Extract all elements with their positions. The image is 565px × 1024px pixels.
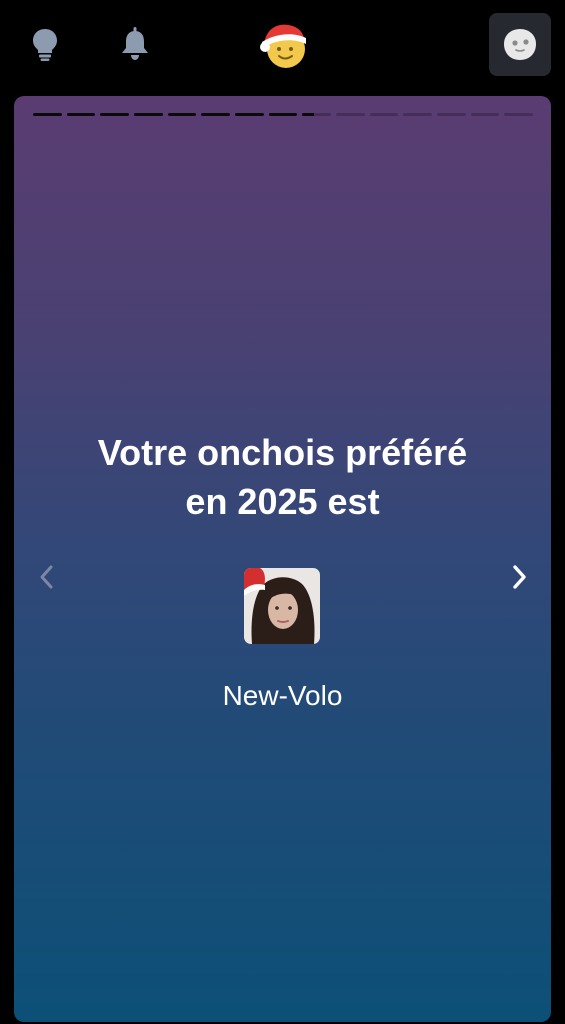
santa-smiley-logo[interactable] (258, 20, 310, 70)
top-bar (0, 0, 565, 95)
user-photo (244, 568, 320, 644)
progress-segment (336, 113, 365, 116)
progress-segment (470, 113, 500, 116)
lightbulb-icon[interactable] (30, 26, 60, 62)
progress-segment (134, 113, 163, 116)
progress-segment (369, 113, 399, 116)
progress-segment (403, 113, 433, 116)
headline-line-1: Votre onchois préféré (97, 432, 468, 473)
progress-segment (66, 113, 96, 116)
progress-segment (33, 113, 62, 116)
progress-segment (235, 113, 264, 116)
story-card: Votre onchois préféré en 2025 est New-Vo… (14, 96, 551, 1022)
progress-segment (201, 113, 231, 116)
username-label: New-Volo (222, 680, 343, 711)
progress-segment (268, 113, 298, 116)
chevron-right-icon[interactable] (504, 562, 534, 592)
chevron-left-icon[interactable] (32, 562, 62, 592)
progress-segment (167, 113, 197, 116)
progress-segment (302, 113, 332, 116)
progress-segment (437, 113, 466, 116)
progress-segment (100, 113, 130, 116)
bell-icon[interactable] (118, 26, 152, 62)
profile-avatar-icon (504, 28, 536, 60)
profile-avatar-button[interactable] (489, 13, 551, 76)
headline-line-2: en 2025 est (185, 481, 380, 522)
progress-segment (504, 113, 534, 116)
story-headline: Votre onchois préféré en 2025 est (14, 428, 551, 526)
story-progress-bar (33, 113, 534, 116)
